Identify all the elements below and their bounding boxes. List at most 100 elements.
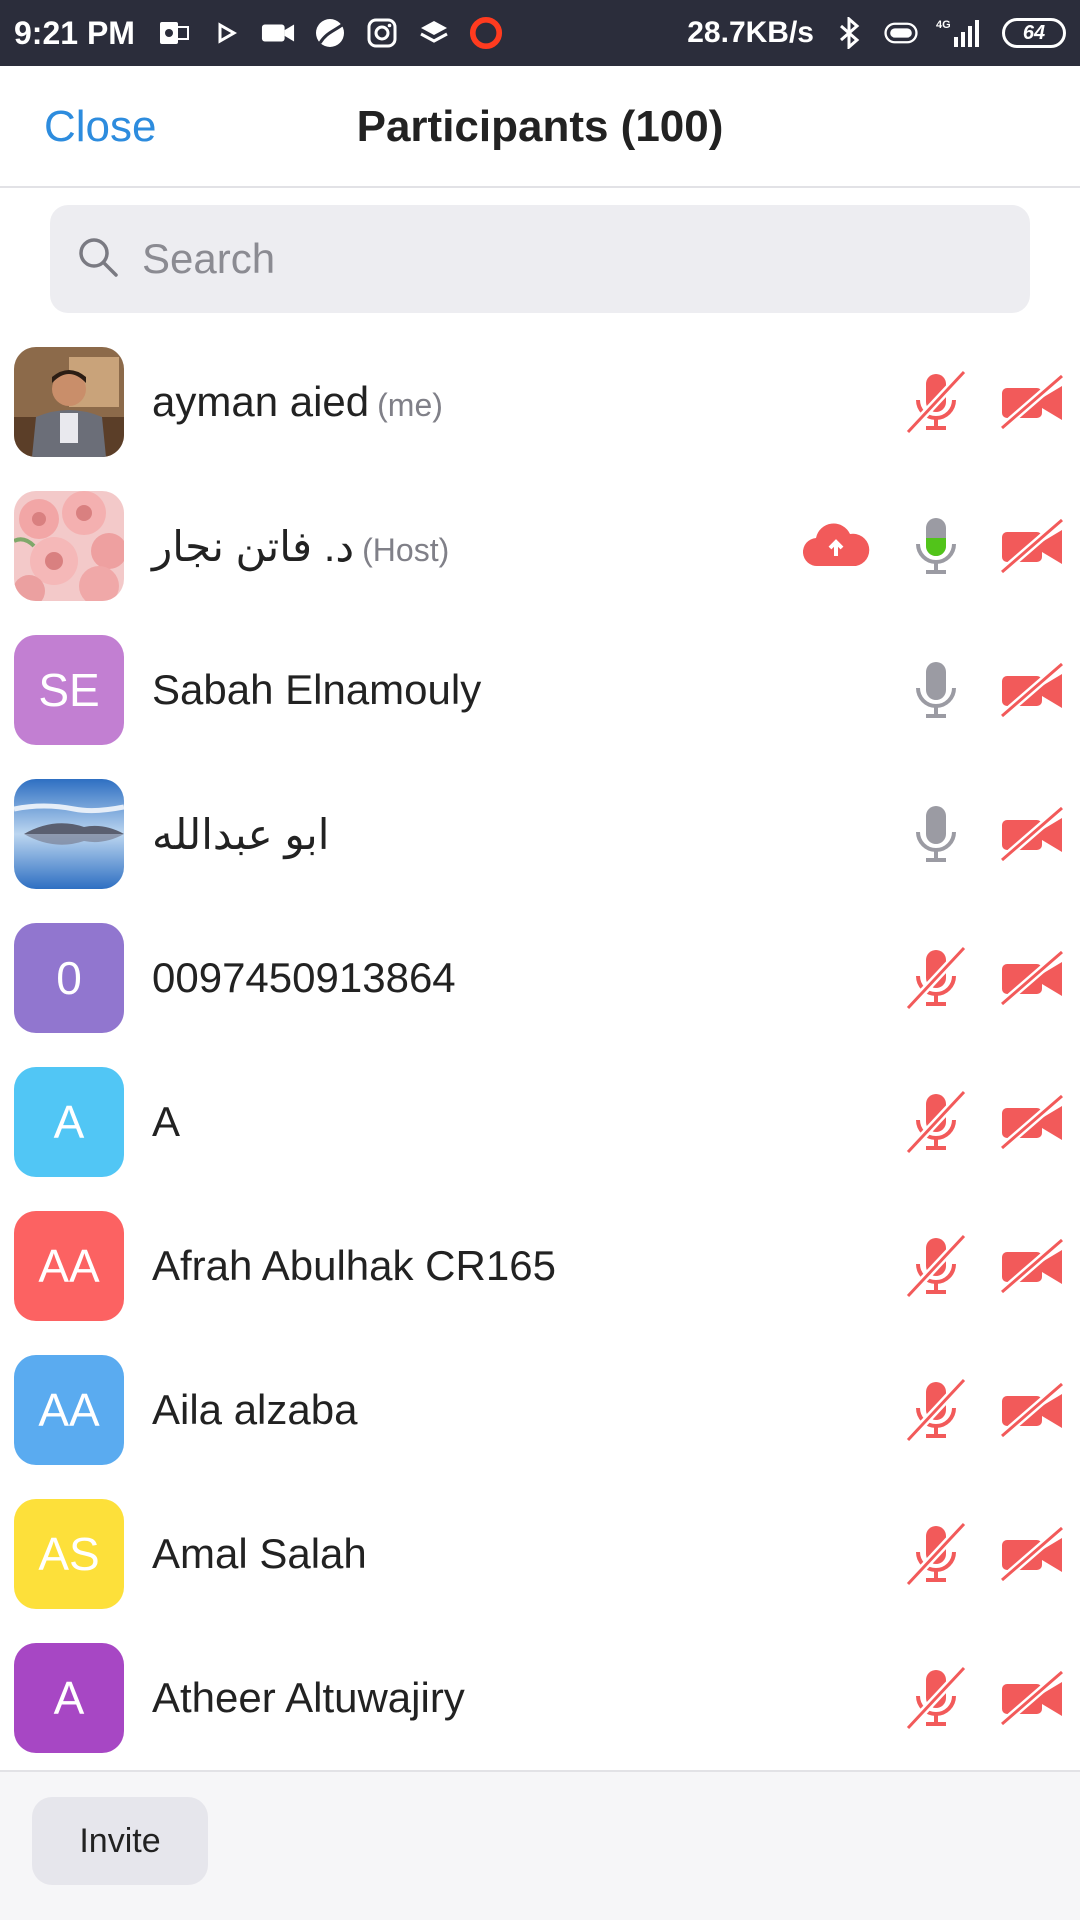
opera-icon (469, 16, 503, 50)
avatar (14, 347, 124, 457)
avatar-initials: A (53, 1096, 85, 1148)
participant-status-icons (904, 1234, 1066, 1298)
avatar: AA (14, 1211, 124, 1321)
participant-name: Afrah Abulhak CR165 (152, 1242, 556, 1289)
battery-indicator: 64 (1002, 18, 1066, 48)
video-off-icon[interactable] (1000, 1526, 1066, 1582)
participant-status-icons (904, 1522, 1066, 1586)
participant-name: 0097450913864 (152, 954, 456, 1001)
microphone-icon[interactable] (904, 658, 968, 722)
avatar: AA (14, 1355, 124, 1465)
participant-status-icons (904, 370, 1066, 434)
avatar-initials: AS (38, 1528, 100, 1580)
participant-status-icons (904, 946, 1066, 1010)
video-off-icon[interactable] (1000, 374, 1066, 430)
participant-row[interactable]: ابو عبدالله (0, 762, 1080, 906)
participant-status-icons (904, 802, 1066, 866)
outlook-icon (157, 16, 191, 50)
status-bar: 9:21 PM 28.7KB/s 4G 64 (0, 0, 1080, 66)
avatar-initials: 0 (56, 952, 82, 1004)
data-saver-icon (884, 16, 918, 50)
avatar: A (14, 1643, 124, 1753)
participant-name-line: ayman aied (me) (152, 378, 443, 426)
status-right: 28.7KB/s 4G 64 (687, 16, 1066, 50)
notification-icons (157, 16, 503, 50)
mic-muted-icon[interactable] (904, 946, 968, 1010)
video-off-icon[interactable] (1000, 518, 1066, 574)
page-title: Participants (100) (356, 102, 724, 151)
video-off-icon[interactable] (1000, 662, 1066, 718)
participant-name: ayman aied (152, 378, 370, 425)
participant-status-icons (904, 1090, 1066, 1154)
participant-name-line: Aila alzaba (152, 1386, 357, 1434)
video-off-icon[interactable] (1000, 1670, 1066, 1726)
video-off-icon[interactable] (1000, 1382, 1066, 1438)
participant-list[interactable]: ayman aied (me) د. فاتن نجار (Host) SE Sabah … (0, 330, 1080, 1770)
invite-button[interactable]: Invite (32, 1797, 208, 1885)
participant-name-line: Amal Salah (152, 1530, 367, 1578)
network-speed: 28.7KB/s (687, 16, 814, 49)
mic-muted-icon[interactable] (904, 1234, 968, 1298)
mic-muted-icon[interactable] (904, 1666, 968, 1730)
microphone-icon[interactable] (904, 514, 968, 578)
participant-row[interactable]: A Atheer Altuwajiry (0, 1626, 1080, 1770)
bluetooth-icon (832, 16, 866, 50)
video-camera-icon (261, 16, 295, 50)
participant-row[interactable]: AA Aila alzaba (0, 1338, 1080, 1482)
participant-row[interactable]: AS Amal Salah (0, 1482, 1080, 1626)
footer-bar: Invite (0, 1770, 1080, 1920)
avatar-initials: SE (38, 664, 100, 716)
mic-muted-icon[interactable] (904, 370, 968, 434)
participant-row[interactable]: د. فاتن نجار (Host) (0, 474, 1080, 618)
play-icon (209, 16, 243, 50)
avatar: AS (14, 1499, 124, 1609)
instagram-icon (365, 16, 399, 50)
participant-name: Aila alzaba (152, 1386, 358, 1433)
avatar-initials: A (53, 1672, 85, 1724)
video-off-icon[interactable] (1000, 950, 1066, 1006)
participant-name: د. فاتن نجار (152, 522, 355, 570)
mic-muted-icon[interactable] (904, 1378, 968, 1442)
participant-status-icons (800, 514, 1066, 578)
video-off-icon[interactable] (1000, 1238, 1066, 1294)
avatar (14, 491, 124, 601)
ball-icon (313, 16, 347, 50)
participant-name: ابو عبدالله (152, 810, 330, 858)
participant-name: A (152, 1098, 181, 1145)
participant-name-line: 0097450913864 (152, 954, 456, 1002)
mic-muted-icon[interactable] (904, 1090, 968, 1154)
participant-name: Atheer Altuwajiry (152, 1674, 465, 1721)
participant-name-line: د. فاتن نجار (Host) (152, 522, 449, 571)
participant-name-line: ابو عبدالله (152, 810, 329, 859)
participant-name: Sabah Elnamouly (152, 666, 482, 713)
participant-row[interactable]: ayman aied (me) (0, 330, 1080, 474)
search-bar[interactable] (50, 205, 1030, 313)
avatar-initials: AA (38, 1384, 100, 1436)
avatar: 0 (14, 923, 124, 1033)
participant-name-line: Afrah Abulhak CR165 (152, 1242, 556, 1290)
microphone-icon[interactable] (904, 802, 968, 866)
video-off-icon[interactable] (1000, 806, 1066, 862)
participant-row[interactable]: AA (0, 1050, 1080, 1194)
avatar: SE (14, 635, 124, 745)
participants-header: Close Participants (100) (0, 66, 1080, 188)
avatar-initials: AA (38, 1240, 100, 1292)
participant-status-icons (904, 1378, 1066, 1442)
avatar: A (14, 1067, 124, 1177)
participant-status-icons (904, 658, 1066, 722)
participant-name-line: Atheer Altuwajiry (152, 1674, 465, 1722)
participant-name-line: Sabah Elnamouly (152, 666, 481, 714)
video-off-icon[interactable] (1000, 1094, 1066, 1150)
participant-status-icons (904, 1666, 1066, 1730)
signal-icon: 4G (936, 16, 984, 50)
status-time: 9:21 PM (14, 14, 135, 51)
participant-row[interactable]: 0 0097450913864 (0, 906, 1080, 1050)
participant-role-tag: (Host) (362, 531, 450, 568)
participant-row[interactable]: SE Sabah Elnamouly (0, 618, 1080, 762)
search-icon (76, 235, 120, 284)
mic-muted-icon[interactable] (904, 1522, 968, 1586)
participant-name: Amal Salah (152, 1530, 367, 1577)
search-input[interactable] (142, 235, 942, 283)
participant-row[interactable]: AA Afrah Abulhak CR165 (0, 1194, 1080, 1338)
cloud-recording-icon (800, 522, 872, 570)
